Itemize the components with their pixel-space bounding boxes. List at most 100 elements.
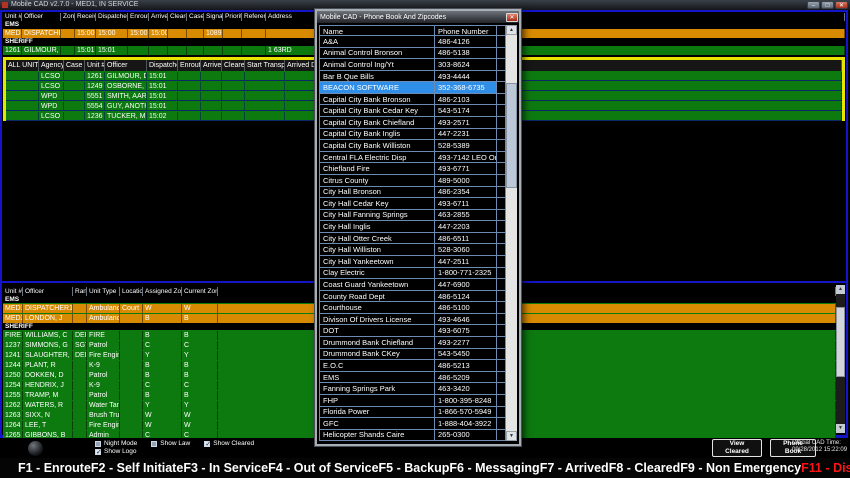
phonebook-row[interactable]: City Hall Otter Creek486-6511 — [320, 233, 506, 245]
fkey-f3[interactable]: F3 - In Service — [183, 461, 268, 475]
phonebook-row[interactable]: Clay Electric1-800-771-2325 — [320, 268, 506, 280]
phonebook-row[interactable]: DOT493-6075 — [320, 325, 506, 337]
phonebook-row[interactable]: Capital City Bank Williston528-5389 — [320, 140, 506, 152]
fkey-f5[interactable]: F5 - Backup — [379, 461, 450, 475]
dialog-titlebar[interactable]: Mobile CAD - Phone Book And Zipcodes ✕ — [317, 11, 519, 23]
entry-extra — [497, 407, 506, 418]
app-icon — [2, 2, 8, 8]
phonebook-row[interactable]: GFC1-888-404-3922 — [320, 418, 506, 430]
checkbox-box[interactable] — [204, 441, 210, 447]
column-header-phone[interactable]: Phone Number — [435, 26, 497, 35]
column-header: Unit # — [3, 287, 23, 296]
phonebook-scrollbar[interactable]: ▲ ▼ — [506, 25, 517, 441]
close-button[interactable]: ✕ — [835, 1, 848, 9]
phonebook-row[interactable]: A&A486-4126 — [320, 36, 506, 48]
column-header: Officer — [105, 60, 147, 71]
cell: SGT — [73, 341, 87, 350]
checkbox-show-cleared[interactable]: Show Cleared — [204, 440, 254, 447]
dialog-close-button[interactable]: ✕ — [506, 13, 518, 22]
checkbox-box[interactable] — [95, 441, 101, 447]
entry-extra — [497, 360, 506, 371]
scroll-down-icon[interactable]: ▼ — [506, 431, 517, 441]
maximize-button[interactable]: □ — [821, 1, 834, 9]
phonebook-row[interactable]: Animal Control Ing/Yt303-8624 — [320, 59, 506, 71]
entry-name: BEACON SOFTWARE — [320, 82, 435, 93]
cell: C — [182, 341, 218, 350]
units-scrollbar[interactable]: ▲ ▼ — [836, 285, 845, 433]
checkbox-show-logo[interactable]: Show Logo — [95, 448, 137, 455]
phonebook-row[interactable]: City Hall Yankeetown447-2511 — [320, 256, 506, 268]
cell: 1262 — [3, 401, 23, 410]
cell — [6, 72, 39, 80]
entry-name: Bar B Que Bills — [320, 71, 435, 82]
phonebook-row[interactable]: City Hall Fanning Springs463-2855 — [320, 210, 506, 222]
entry-phone: 447-2511 — [435, 256, 497, 267]
phonebook-row[interactable]: Bar B Que Bills493-4444 — [320, 71, 506, 83]
phonebook-row[interactable]: Courthouse486-5100 — [320, 302, 506, 314]
minimize-button[interactable]: – — [807, 1, 820, 9]
phonebook-row[interactable]: Drummond Bank Chiefland493-2277 — [320, 337, 506, 349]
fkey-f4[interactable]: F4 - Out of Service — [268, 461, 378, 475]
fkey-f9[interactable]: F9 - Non Emergency — [680, 461, 801, 475]
cell: Y — [143, 401, 182, 410]
phonebook-row[interactable]: County Road Dept486-5124 — [320, 291, 506, 303]
column-header: Unit # — [85, 60, 105, 71]
entry-name: Drummond Bank Chiefland — [320, 337, 435, 348]
cell — [218, 351, 836, 360]
checkbox-night-mode[interactable]: Night Mode — [95, 440, 137, 447]
entry-phone: 489-5000 — [435, 175, 497, 186]
scroll-up-icon[interactable]: ▲ — [506, 25, 517, 35]
phonebook-row[interactable]: Animal Control Bronson486-5138 — [320, 48, 506, 60]
scroll-up-icon[interactable]: ▲ — [836, 285, 845, 294]
entry-phone: 447-2231 — [435, 129, 497, 140]
phonebook-row[interactable]: Fanning Springs Park463-3420 — [320, 383, 506, 395]
phonebook-row[interactable]: Chiefland Fire493-6771 — [320, 163, 506, 175]
cell — [201, 112, 222, 120]
fkey-f8[interactable]: F8 - Cleared — [609, 461, 681, 475]
phonebook-row[interactable]: Citrus County489-5000 — [320, 175, 506, 187]
phonebook-row[interactable]: E.O.C486-5213 — [320, 360, 506, 372]
cell: Court — [120, 304, 143, 313]
phonebook-row[interactable]: Capital City Bank Chiefland493-2571 — [320, 117, 506, 129]
checkbox-box[interactable] — [95, 449, 101, 455]
column-header: Current Zone — [182, 287, 218, 296]
checkbox-show-law[interactable]: Show Law — [151, 440, 190, 447]
phonebook-row[interactable]: City Hall Williston528-3060 — [320, 244, 506, 256]
phonebook-row[interactable]: FHP1-800-395-8248 — [320, 395, 506, 407]
cell — [64, 72, 85, 80]
cell — [242, 29, 266, 38]
phonebook-row[interactable]: Coast Guard Yankeetown447-6900 — [320, 279, 506, 291]
fkey-f1[interactable]: F1 - Enroute — [18, 461, 91, 475]
fkey-f11[interactable]: F11 - Distress — [801, 461, 850, 475]
scrollbar-thumb[interactable] — [836, 307, 845, 377]
phonebook-row[interactable]: Helicopter Shands Caire265-0300 — [320, 430, 506, 442]
column-header: Rank — [73, 287, 87, 296]
cell — [120, 371, 143, 380]
fkey-f7[interactable]: F7 - Arrived — [540, 461, 609, 475]
phonebook-row-selected[interactable]: BEACON SOFTWARE352-368-6735 — [320, 82, 506, 94]
entry-phone: 486-2354 — [435, 187, 497, 198]
fkey-f2[interactable]: F2 - Self Initiate — [91, 461, 183, 475]
column-header-name[interactable]: Name — [320, 26, 435, 35]
phonebook-row[interactable]: City Hall Cedar Key493-6711 — [320, 198, 506, 210]
cell — [128, 46, 149, 55]
scrollbar-thumb[interactable] — [506, 83, 517, 188]
phonebook-row[interactable]: Florida Power1-866-570-5949 — [320, 407, 506, 419]
entry-name: County Road Dept — [320, 291, 435, 302]
phonebook-row[interactable]: Central FLA Electric Disp493-7142 LEO On… — [320, 152, 506, 164]
view-cleared-button[interactable]: View Cleared — [712, 439, 762, 457]
phonebook-row[interactable]: City Hall Bronson486-2354 — [320, 187, 506, 199]
phonebook-row[interactable]: Capital City Bank Bronson486-2103 — [320, 94, 506, 106]
cell — [223, 29, 242, 38]
fkey-f6[interactable]: F6 - Messaging — [449, 461, 539, 475]
phonebook-row[interactable]: Drummond Bank CKey543-5450 — [320, 349, 506, 361]
column-header: Cleared — [168, 13, 187, 21]
checkbox-box[interactable] — [151, 441, 157, 447]
phonebook-row[interactable]: Capital City Bank Cedar Key543-5174 — [320, 105, 506, 117]
cell: C — [182, 381, 218, 390]
phonebook-row[interactable]: City Hall Inglis447-2203 — [320, 221, 506, 233]
phonebook-row[interactable]: Capital City Bank Inglis447-2231 — [320, 129, 506, 141]
scroll-down-icon[interactable]: ▼ — [836, 424, 845, 433]
phonebook-row[interactable]: EMS486-5209 — [320, 372, 506, 384]
phonebook-row[interactable]: Divison Of Drivers License493-4646 — [320, 314, 506, 326]
